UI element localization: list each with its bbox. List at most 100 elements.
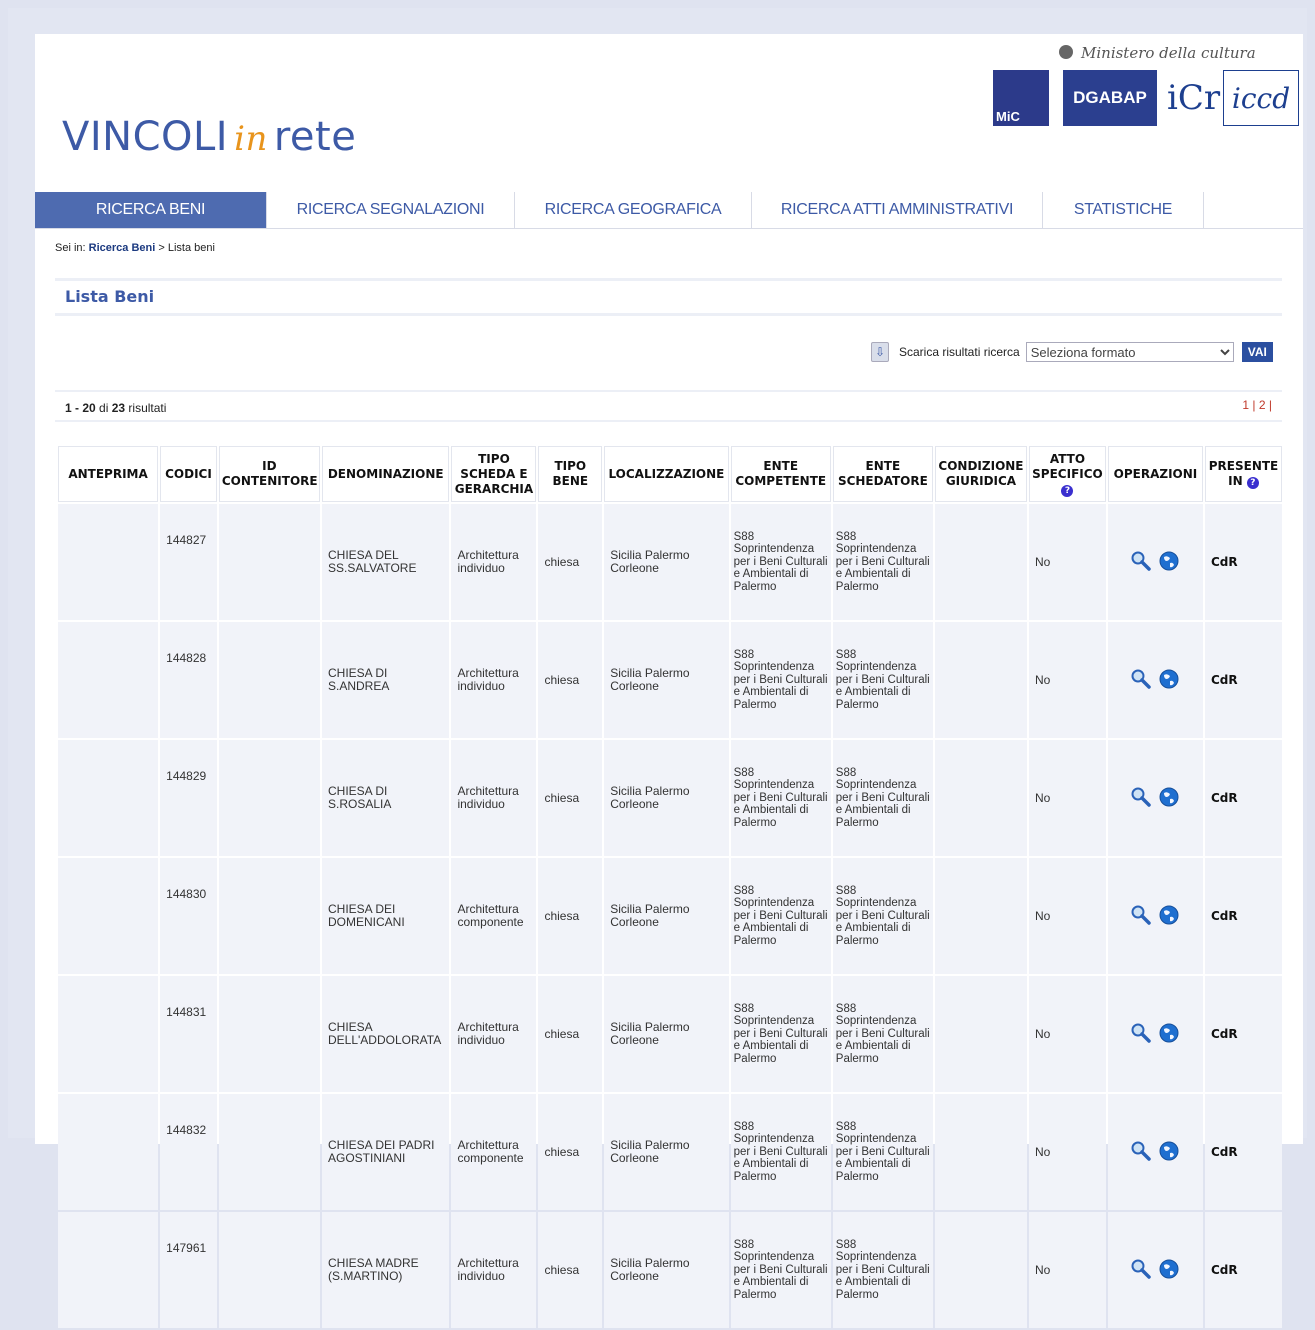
ministry-label: Ministero della cultura xyxy=(1059,44,1256,62)
table-row[interactable]: 144828 CHIESA DI S.ANDREA Architettura ind… xyxy=(58,622,1282,738)
col-denominazione[interactable]: DENOMINAZIONE xyxy=(321,446,450,502)
cdr-link[interactable]: CdR xyxy=(1211,791,1238,805)
cell-localizzazione: Sicilia Palermo Corleone xyxy=(604,740,729,856)
pagination[interactable]: 1 | 2 | xyxy=(1242,398,1272,412)
magnifier-icon[interactable] xyxy=(1130,1258,1152,1280)
cell-code: 144832 xyxy=(160,1094,217,1210)
tab-ricerca-segnalazioni[interactable]: RICERCA SEGNALAZIONI xyxy=(267,192,515,228)
magnifier-icon[interactable] xyxy=(1130,786,1152,808)
table-row[interactable]: 144827 CHIESA DEL SS.SALVATORE Architettur… xyxy=(58,504,1282,620)
col-ente-competente[interactable]: ENTE COMPETENTE xyxy=(730,446,831,502)
table-row[interactable]: 144832 CHIESA DEI PADRI AGOSTINIANI Archit… xyxy=(58,1094,1282,1210)
cdr-link[interactable]: CdR xyxy=(1211,909,1238,923)
col-tipo-bene[interactable]: TIPO BENE xyxy=(538,446,603,502)
cell-ente-competente: S88 Soprintendenza per i Beni Culturali … xyxy=(730,622,831,738)
globe-icon[interactable] xyxy=(1158,786,1180,808)
cell-denominazione: CHIESA DEL SS.SALVATORE xyxy=(321,504,450,620)
col-atto-specifico[interactable]: ATTO SPECIFICO? xyxy=(1029,446,1106,502)
question-icon[interactable]: ? xyxy=(1061,484,1074,497)
col-codici[interactable]: CODICI xyxy=(160,446,217,502)
magnifier-icon[interactable] xyxy=(1130,1140,1152,1162)
question-icon[interactable]: ? xyxy=(1246,477,1259,489)
globe-icon[interactable] xyxy=(1158,904,1180,926)
results-bar: 1 - 20 di 23 risultati 1 | 2 | xyxy=(55,390,1282,422)
cell-id-contenitore xyxy=(218,1212,320,1328)
cell-denominazione: CHIESA DEI PADRI AGOSTINIANI xyxy=(321,1094,450,1210)
dgabap-logo[interactable]: DGABAP xyxy=(1063,70,1157,126)
globe-icon[interactable] xyxy=(1158,1022,1180,1044)
col-tipo-scheda[interactable]: TIPO SCHEDA E GERARCHIA xyxy=(451,446,537,502)
cell-presente-in: CdR xyxy=(1205,740,1282,856)
magnifier-icon[interactable] xyxy=(1130,550,1152,572)
col-localizzazione[interactable]: LOCALIZZAZIONE xyxy=(604,446,729,502)
cdr-link[interactable]: CdR xyxy=(1211,673,1238,687)
table-row[interactable]: 144830 CHIESA DEI DOMENICANI Architettura … xyxy=(58,858,1282,974)
cell-localizzazione: Sicilia Palermo Corleone xyxy=(604,1212,729,1328)
magnifier-icon[interactable] xyxy=(1130,1022,1152,1044)
cell-atto-specifico: No xyxy=(1029,1094,1106,1210)
col-presente-in[interactable]: PRESENTE IN ? xyxy=(1205,446,1282,502)
globe-icon[interactable] xyxy=(1158,668,1180,690)
cell-ente-competente: S88 Soprintendenza per i Beni Culturali … xyxy=(730,504,831,620)
globe-icon[interactable] xyxy=(1158,1140,1180,1162)
col-ente-schedatore[interactable]: ENTE SCHEDATORE xyxy=(832,446,933,502)
cell-condizione-giuridica xyxy=(934,976,1027,1092)
results-range: 1 - 20 xyxy=(65,401,96,415)
site-title-in: in xyxy=(234,119,268,159)
table-row[interactable]: 144831 CHIESA DELL'ADDOLORATA Architettura… xyxy=(58,976,1282,1092)
cell-presente-in: CdR xyxy=(1205,504,1282,620)
cell-anteprima xyxy=(58,622,159,738)
cdr-link[interactable]: CdR xyxy=(1211,1145,1238,1159)
tab-ricerca-geografica[interactable]: RICERCA GEOGRAFICA xyxy=(515,192,752,228)
globe-icon[interactable] xyxy=(1158,550,1180,572)
cell-localizzazione: Sicilia Palermo Corleone xyxy=(604,976,729,1092)
cell-anteprima xyxy=(58,858,159,974)
cell-denominazione: CHIESA DEI DOMENICANI xyxy=(321,858,450,974)
table-row[interactable]: 144829 CHIESA DI S.ROSALIA Architettura in… xyxy=(58,740,1282,856)
cell-code: 147961 xyxy=(160,1212,217,1328)
cell-presente-in: CdR xyxy=(1205,1094,1282,1210)
col-anteprima[interactable]: ANTEPRIMA xyxy=(58,446,159,502)
icr-logo[interactable]: iCr xyxy=(1167,70,1220,126)
cell-id-contenitore xyxy=(218,740,320,856)
cell-presente-in: CdR xyxy=(1205,622,1282,738)
cell-operazioni xyxy=(1107,622,1203,738)
breadcrumb-link[interactable]: Ricerca Beni xyxy=(89,242,156,254)
magnifier-icon[interactable] xyxy=(1130,668,1152,690)
vai-button[interactable]: VAI xyxy=(1241,342,1273,362)
cell-operazioni xyxy=(1107,1094,1203,1210)
table-row[interactable]: 147961 CHIESA MADRE (S.MARTINO) Architettu… xyxy=(58,1212,1282,1328)
breadcrumb-separator: > xyxy=(158,242,165,254)
download-label: Scarica risultati ricerca xyxy=(899,345,1020,359)
format-select[interactable]: Seleziona formato xyxy=(1025,342,1234,362)
cell-denominazione: CHIESA MADRE (S.MARTINO) xyxy=(321,1212,450,1328)
cell-anteprima xyxy=(58,740,159,856)
col-id-contenitore[interactable]: ID CONTENITORE xyxy=(218,446,320,502)
cell-tipo-scheda: Architettura individuo xyxy=(451,976,537,1092)
tab-ricerca-atti[interactable]: RICERCA ATTI AMMINISTRATIVI xyxy=(752,192,1043,228)
cell-ente-competente: S88 Soprintendenza per i Beni Culturali … xyxy=(730,858,831,974)
icr-logo-text: iCr xyxy=(1167,78,1221,118)
magnifier-icon[interactable] xyxy=(1130,904,1152,926)
mic-logo[interactable]: MiC xyxy=(993,70,1049,126)
col-condizione-giuridica[interactable]: CONDIZIONE GIURIDICA xyxy=(934,446,1027,502)
cell-id-contenitore xyxy=(218,976,320,1092)
globe-icon[interactable] xyxy=(1158,1258,1180,1280)
tab-ricerca-beni[interactable]: RICERCA BENI xyxy=(35,192,267,228)
site-title[interactable]: VINCOLI in rete xyxy=(62,114,356,160)
col-operazioni[interactable]: OPERAZIONI xyxy=(1107,446,1203,502)
cdr-link[interactable]: CdR xyxy=(1211,1263,1238,1277)
cdr-link[interactable]: CdR xyxy=(1211,555,1238,569)
download-icon[interactable]: ⇩ xyxy=(871,342,889,362)
cell-denominazione: CHIESA DELL'ADDOLORATA xyxy=(321,976,450,1092)
cell-tipo-scheda: Architettura individuo xyxy=(451,622,537,738)
cell-operazioni xyxy=(1107,1212,1203,1328)
cell-ente-competente: S88 Soprintendenza per i Beni Culturali … xyxy=(730,1212,831,1328)
tab-statistiche[interactable]: STATISTICHE xyxy=(1043,192,1204,228)
iccd-logo[interactable]: iccd xyxy=(1223,70,1299,126)
main-nav: RICERCA BENI RICERCA SEGNALAZIONI RICERC… xyxy=(35,192,1303,229)
cell-tipo-bene: chiesa xyxy=(538,858,603,974)
cell-atto-specifico: No xyxy=(1029,858,1106,974)
col-atto-specifico-label: ATTO SPECIFICO xyxy=(1032,451,1103,481)
cdr-link[interactable]: CdR xyxy=(1211,1027,1238,1041)
